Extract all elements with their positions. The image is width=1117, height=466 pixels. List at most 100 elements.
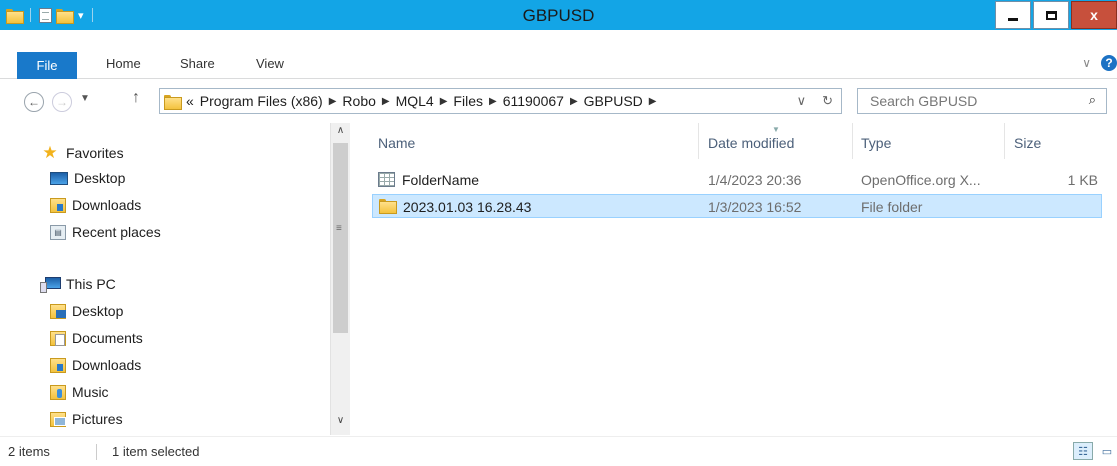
pictures-icon: [50, 411, 66, 427]
refresh-icon[interactable]: ↻: [822, 93, 833, 109]
folder-icon: [379, 199, 397, 214]
maximize-icon: [1045, 10, 1057, 20]
tab-share[interactable]: Share: [180, 56, 215, 71]
nav-item-label: Desktop: [74, 170, 126, 186]
breadcrumb-separator-icon[interactable]: ▶: [382, 96, 390, 107]
back-button[interactable]: ←: [24, 92, 44, 112]
nav-favorites-label: Favorites: [66, 145, 124, 161]
nav-favorites-downloads[interactable]: Downloads: [50, 197, 141, 213]
file-date: 1/4/2023 20:36: [708, 172, 802, 188]
file-date: 1/3/2023 16:52: [708, 199, 802, 215]
recent-places-icon: ▤: [50, 224, 66, 240]
file-size: 1 KB: [1067, 172, 1098, 188]
scrollbar-thumb[interactable]: [333, 143, 348, 333]
address-bar[interactable]: « Program Files (x86) ▶ Robo ▶ MQL4 ▶ Fi…: [159, 88, 842, 114]
column-header-date[interactable]: Date modified: [708, 135, 794, 151]
nav-item-label: Pictures: [72, 411, 123, 427]
maximize-button[interactable]: [1033, 1, 1069, 29]
sort-indicator-icon: ▼: [772, 125, 780, 134]
status-item-count: 2 items: [8, 444, 50, 459]
title-bar: ▾ GBPUSD x: [0, 0, 1117, 30]
nav-item-label: Desktop: [72, 303, 124, 319]
window-title: GBPUSD: [522, 6, 595, 25]
nav-pc-pictures[interactable]: Pictures: [50, 411, 123, 427]
up-arrow-icon[interactable]: ↑: [132, 89, 140, 107]
nav-pc-desktop[interactable]: Desktop: [50, 303, 123, 319]
column-header-type[interactable]: Type: [861, 135, 891, 151]
folder-icon: [164, 94, 182, 110]
breadcrumb-mql4[interactable]: MQL4: [396, 93, 434, 109]
scroll-up-icon[interactable]: ∧: [331, 125, 350, 141]
column-divider[interactable]: [1004, 123, 1005, 159]
scroll-down-icon[interactable]: ∨: [331, 415, 350, 431]
status-divider: [96, 444, 97, 460]
music-icon: [50, 384, 66, 400]
nav-item-label: Music: [72, 384, 109, 400]
search-placeholder: Search GBPUSD: [870, 93, 978, 109]
nav-pc-music[interactable]: Music: [50, 384, 109, 400]
tab-home[interactable]: Home: [106, 56, 141, 71]
breadcrumb-gbpusd[interactable]: GBPUSD: [584, 93, 643, 109]
downloads-icon: [50, 357, 66, 373]
computer-icon: [40, 277, 61, 293]
desktop-icon: [50, 171, 68, 185]
forward-arrow-icon: →: [56, 95, 68, 109]
nav-item-label: Downloads: [72, 357, 142, 373]
column-header-size[interactable]: Size: [1014, 135, 1041, 151]
search-input[interactable]: Search GBPUSD ⌕: [857, 88, 1107, 114]
breadcrumb-robo[interactable]: Robo: [342, 93, 375, 109]
file-row[interactable]: FolderName 1/4/2023 20:36 OpenOffice.org…: [372, 168, 1102, 192]
navigation-pane: ★ Favorites Desktop Downloads ▤ Recent p…: [0, 123, 350, 435]
address-dropdown-chevron-icon[interactable]: ∨: [797, 93, 807, 109]
close-button[interactable]: x: [1071, 1, 1117, 29]
breadcrumb-separator-icon[interactable]: ▶: [329, 96, 337, 107]
address-actions: ∨ ↻: [797, 93, 833, 109]
ribbon: File Home Share View ∨ ?: [0, 30, 1117, 79]
help-icon[interactable]: ?: [1101, 55, 1117, 71]
nav-favorites-desktop[interactable]: Desktop: [50, 170, 125, 186]
nav-this-pc[interactable]: This PC: [40, 276, 116, 293]
star-icon: ★: [42, 143, 58, 162]
minimize-icon: [1008, 17, 1018, 21]
back-arrow-icon: ←: [28, 95, 40, 109]
nav-pc-documents[interactable]: Documents: [50, 330, 143, 346]
nav-item-label: Documents: [72, 330, 143, 346]
file-name: 2023.01.03 16.28.43: [403, 199, 532, 215]
file-type: OpenOffice.org X...: [861, 172, 981, 188]
view-switcher: ☷ ▭: [1073, 442, 1117, 460]
tab-file[interactable]: File: [17, 52, 77, 79]
breadcrumb-separator-icon[interactable]: ▶: [440, 96, 448, 107]
status-bar: 2 items 1 item selected ☷ ▭: [0, 436, 1117, 466]
forward-button[interactable]: →: [52, 92, 72, 112]
breadcrumb-files[interactable]: Files: [453, 93, 483, 109]
nav-favorites[interactable]: ★ Favorites: [40, 143, 124, 163]
nav-pc-downloads[interactable]: Downloads: [50, 357, 141, 373]
close-icon: x: [1090, 7, 1098, 23]
ribbon-help-area: ∨ ?: [1082, 55, 1117, 71]
expand-ribbon-chevron-icon[interactable]: ∨: [1082, 56, 1091, 70]
column-header-name[interactable]: Name: [378, 135, 415, 151]
breadcrumb-program-files[interactable]: Program Files (x86): [200, 93, 323, 109]
nav-pane-scrollbar[interactable]: ∧ ≡ ∨: [330, 123, 350, 435]
search-icon[interactable]: ⌕: [1089, 92, 1096, 108]
file-name: FolderName: [402, 172, 480, 188]
breadcrumb-separator-icon[interactable]: ▶: [649, 96, 657, 107]
column-divider[interactable]: [852, 123, 853, 159]
nav-favorites-recent-places[interactable]: ▤ Recent places: [50, 224, 161, 240]
minimize-button[interactable]: [995, 1, 1031, 29]
column-divider[interactable]: [698, 123, 699, 159]
desktop-folder-icon: [50, 303, 66, 319]
nav-this-pc-label: This PC: [66, 276, 116, 292]
breadcrumb-separator-icon[interactable]: ▶: [570, 96, 578, 107]
nav-item-label: Downloads: [72, 197, 142, 213]
large-icons-view-icon[interactable]: ▭: [1097, 442, 1117, 460]
details-view-icon[interactable]: ☷: [1073, 442, 1093, 460]
breadcrumb-account[interactable]: 61190067: [503, 93, 564, 109]
breadcrumb-separator-icon[interactable]: ▶: [489, 96, 497, 107]
file-row-selected[interactable]: 2023.01.03 16.28.43 1/3/2023 16:52 File …: [372, 194, 1102, 218]
spreadsheet-icon: [378, 172, 395, 187]
recent-locations-chevron-icon[interactable]: ▼: [80, 93, 90, 104]
documents-icon: [50, 330, 66, 346]
breadcrumb-overflow[interactable]: «: [186, 93, 194, 109]
tab-view[interactable]: View: [256, 56, 284, 71]
